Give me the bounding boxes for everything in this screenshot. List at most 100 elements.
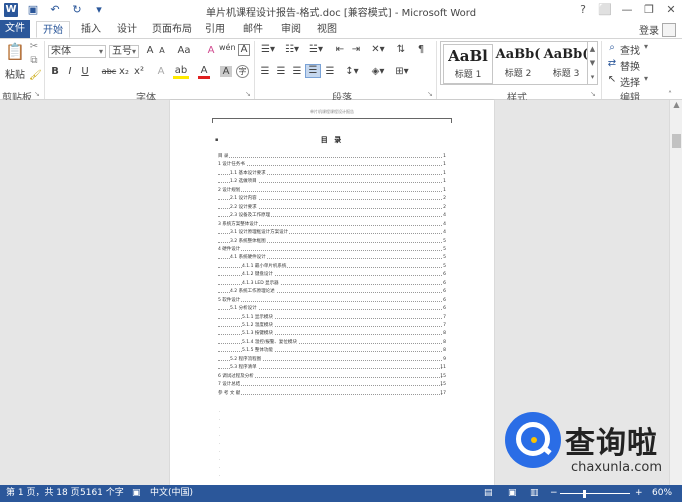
toc-entry[interactable]: 2.2 设计要求 2 [218,203,446,211]
shading-icon[interactable]: ◈▾ [368,66,388,77]
tab-references[interactable]: 引用 [200,21,230,38]
tab-file[interactable]: 文件 [0,20,30,38]
style-heading-2[interactable]: AaBb( 标题 2 [493,44,543,84]
subscript-button[interactable]: x₂ [118,66,130,77]
font-color-button[interactable]: A [198,66,210,79]
strikethrough-button[interactable]: abc [101,67,117,76]
cut-icon[interactable]: ✂ [29,41,39,52]
style-heading-1[interactable]: AaBl 标题 1 [443,44,493,84]
bullets-icon[interactable]: ☰▾ [258,44,278,55]
toc-entry[interactable]: 5.1 分析设计 6 [218,305,446,313]
zoom-out-icon[interactable]: − [550,485,558,502]
line-spacing-icon[interactable]: ↕▾ [342,66,362,77]
toc-entry[interactable]: 5.2 程序流程图 9 [218,355,446,363]
borders-icon[interactable]: ⊞▾ [392,66,412,77]
align-center-icon[interactable]: ☰ [274,66,288,77]
replace-button[interactable]: 替换 [620,58,640,73]
toc-entry[interactable]: 4.2 系统工作原理论述 6 [218,288,446,296]
underline-button[interactable]: U [80,66,90,77]
toc-entry[interactable]: 4 硬件设计 5 [218,245,446,253]
align-left-icon[interactable]: ☰ [258,66,272,77]
tab-review[interactable]: 审阅 [276,21,306,38]
sort-icon[interactable]: ⇅ [394,44,408,55]
restore-button[interactable]: ❐ [638,0,660,20]
font-launcher-icon[interactable]: ↘ [245,90,251,98]
font-name-select[interactable]: 宋体 [48,45,106,58]
format-painter-icon[interactable]: 🖌 [29,70,42,81]
toc-entry[interactable]: 3.2 系统整体框图 5 [218,237,446,245]
toc-entry[interactable]: 2.3 设备及工作原理 4 [218,212,446,220]
numbering-icon[interactable]: ☷▾ [282,44,302,55]
toc-entry[interactable]: 2.1 设计内容 2 [218,195,446,203]
change-case-button[interactable]: Aa [176,45,192,56]
zoom-slider-thumb[interactable] [583,490,586,498]
shrink-font-button[interactable]: A [157,46,167,55]
paste-button[interactable]: 粘贴 [3,66,27,81]
tab-page-layout[interactable]: 页面布局 [150,21,194,38]
toc-entry[interactable]: 目 录 1 [218,153,446,160]
tab-view[interactable]: 视图 [312,21,342,38]
toc-entry[interactable]: 1.2 选做项目 1 [218,178,446,186]
paste-icon[interactable]: 📋 [4,42,26,64]
select-dropdown-icon[interactable]: ▾ [644,74,648,83]
toc-entry[interactable]: 5.3 程序清单 11 [218,364,446,372]
chinese-layout-icon[interactable]: ✕▾ [368,44,388,55]
toc-entry[interactable]: 3.1 设计原理框设计方案设计 4 [218,229,446,237]
distributed-icon[interactable]: ☰ [323,66,337,77]
tab-insert[interactable]: 插入 [76,21,106,38]
collapse-ribbon-icon[interactable]: ˄ [668,90,672,99]
page-count[interactable]: 第 1 页，共 18 页 [6,485,80,502]
multilevel-list-icon[interactable]: ☱▾ [306,44,326,55]
read-mode-icon[interactable]: ▤ [484,485,493,502]
zoom-slider[interactable] [560,493,630,494]
scrollbar-thumb[interactable] [672,134,681,148]
select-button[interactable]: 选择 [620,74,640,89]
tab-home[interactable]: 开始 [36,21,70,38]
style-heading-3[interactable]: AaBb( 标题 3 [541,44,591,84]
toc-entry[interactable]: 6 调试过程及分析 15 [218,372,446,380]
superscript-button[interactable]: x² [133,66,145,77]
login-area[interactable]: 登录 [639,22,676,37]
align-right-icon[interactable]: ☰ [290,66,304,77]
toc-entry[interactable]: 5.1.1 显示模块 7 [218,313,446,321]
replace-icon[interactable]: ⇄ [606,58,618,69]
toc-entry[interactable]: 3 系统方案整体设计 4 [218,220,446,228]
italic-button[interactable]: I [65,66,75,77]
toc-entry[interactable]: 5.1.2 温度模块 7 [218,322,446,329]
clipboard-launcher-icon[interactable]: ↘ [34,90,40,98]
bold-button[interactable]: B [50,66,60,77]
toc-entry[interactable]: 2 设计规划 1 [218,186,446,194]
toc-entry[interactable]: 5 软件设计 6 [218,296,446,304]
toc-entry[interactable]: 4.1.2 键盘设计 6 [218,271,446,279]
find-button[interactable]: 查找 [620,42,640,57]
toc-entry[interactable]: 1 设计任务书 1 [218,161,446,169]
toc-entry[interactable]: 4.1 系统硬件设计 5 [218,254,446,262]
char-border-button[interactable]: A [238,44,250,56]
tab-mailings[interactable]: 邮件 [238,21,268,38]
highlight-button[interactable]: ab [173,66,189,79]
font-size-select[interactable]: 五号 [109,45,139,58]
tab-design[interactable]: 设计 [112,21,142,38]
avatar[interactable] [662,22,676,37]
print-layout-icon[interactable]: ▣ [508,485,517,502]
justify-icon[interactable]: ☰ [305,64,321,78]
language-indicator[interactable]: 中文(中国) [150,485,193,502]
toc-entry[interactable]: 4.1.1 最小单片机系统 5 [218,262,446,270]
paragraph-launcher-icon[interactable]: ↘ [427,90,433,98]
toc-entry[interactable]: 1.1 基本设计要求 1 [218,169,446,177]
char-shading-button[interactable]: A [220,66,232,77]
clear-format-button[interactable]: A [205,45,217,56]
select-icon[interactable]: ↖ [606,74,618,85]
show-marks-icon[interactable]: ¶ [414,44,428,55]
toc-entry[interactable]: 5.1.5 整体功能 8 [218,347,446,355]
login-link[interactable]: 登录 [639,22,659,37]
document-page[interactable]: 单片机课程课程设计报告 ▪ 目 录 目 录11 设计任务书 1 1.1 基本设计要求… [170,100,494,485]
styles-scroll[interactable]: ▲ ▼ ▾ [587,42,597,84]
decrease-indent-icon[interactable]: ⇤ [333,44,347,55]
scroll-up-icon[interactable]: ▲ [670,100,682,112]
toc-entry[interactable]: 参 考 文 献 17 [218,389,446,397]
toc-entry[interactable]: 5.1.3 按键模块 8 [218,330,446,338]
text-effects-button[interactable]: A [155,66,167,77]
increase-indent-icon[interactable]: ⇥ [349,44,363,55]
toc-entry[interactable]: 4.1.3 LED 显示器 6 [218,279,446,287]
